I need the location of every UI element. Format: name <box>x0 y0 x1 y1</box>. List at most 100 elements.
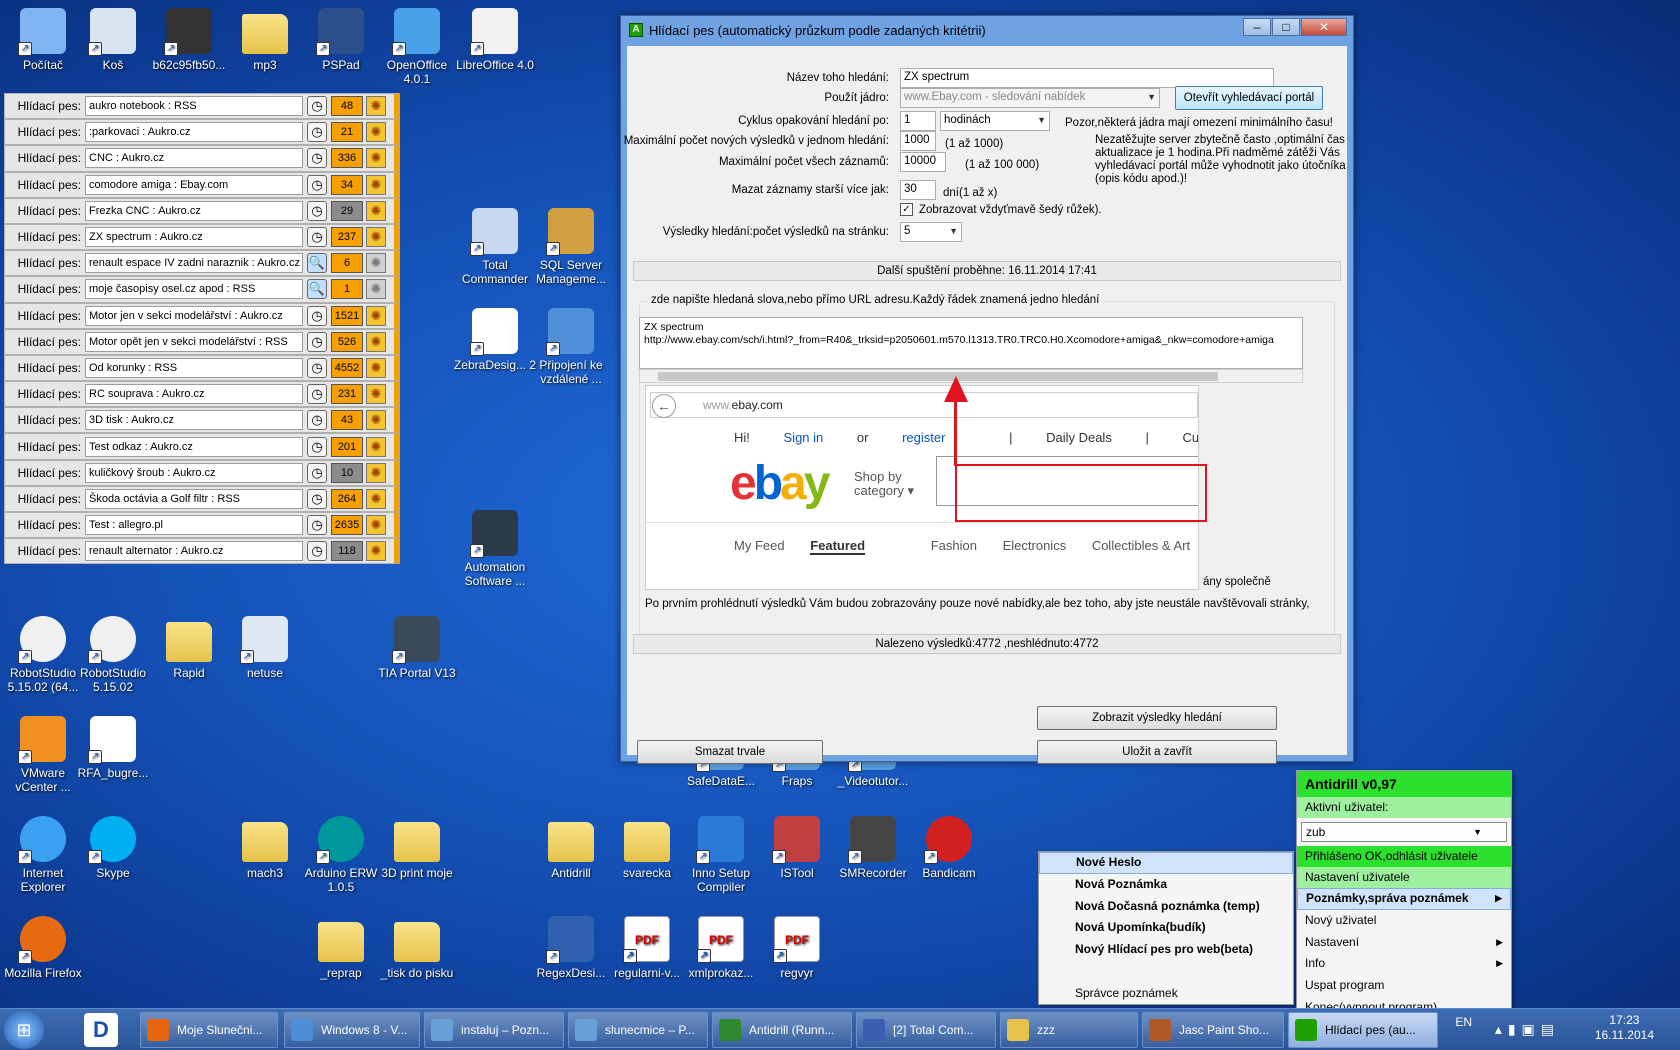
delete-input[interactable]: 30 <box>900 180 936 200</box>
watchdog-status-icon[interactable]: ✺ <box>366 541 386 562</box>
antidrill-menu-item[interactable]: Nastavení ▶ <box>1297 932 1511 954</box>
result-count-badge[interactable]: 336 <box>331 148 363 169</box>
watchdog-name-field[interactable]: Test odkaz : Aukro.cz <box>85 436 303 457</box>
scrollbar-thumb[interactable] <box>658 372 1218 381</box>
taskbar-button[interactable]: Hlídací pes (au... <box>1288 1012 1438 1048</box>
show-results-button[interactable]: Zobrazit výsledky hledání <box>1037 706 1277 730</box>
desktop-icon-b62[interactable]: ↗ b62c95fb50... <box>146 8 232 72</box>
clock-icon[interactable]: ◷ <box>307 384 327 405</box>
desktop-icon-pripojeni[interactable]: ↗ Připojení ke vzdálené ... <box>528 308 614 386</box>
watchdog-status-icon[interactable]: ✺ <box>366 305 386 326</box>
desktop-icon-rfa[interactable]: ↗ RFA_bugre... <box>70 716 156 780</box>
desktop-icon-bandicam[interactable]: ↗ Bandicam <box>906 816 992 880</box>
desktop-icon-mach3[interactable]: mach3 <box>222 816 308 880</box>
watchdog-status-icon[interactable]: ✺ <box>366 227 386 248</box>
result-count-badge[interactable]: 1 <box>331 279 363 300</box>
desktop-icon-antidrill[interactable]: Antidrill <box>528 816 614 880</box>
watchdog-status-icon[interactable]: ✺ <box>366 436 386 457</box>
desktop-icon-firefox[interactable]: ↗ Mozilla Firefox <box>0 916 86 980</box>
desktop-icon-reprap[interactable]: _reprap <box>298 916 384 980</box>
notes-menu-item[interactable]: Nový Hlídací pes pro web(beta) <box>1039 939 1293 961</box>
watchdog-row[interactable]: Hlídací pes: renault espace IV zadni nara… <box>4 250 400 277</box>
desktop-icon-mp3[interactable]: mp3 <box>222 8 308 72</box>
watchdog-name-field[interactable]: Motor jen v sekci modelářství : Aukro.cz <box>85 305 303 326</box>
watchdog-row[interactable]: Hlídací pes: aukro notebook : RSS ◷ 48 ✺ <box>4 93 400 120</box>
desktop-icon-automation[interactable]: ↗ Automation Software ... <box>452 510 538 588</box>
watchdog-row[interactable]: Hlídací pes: kuličkový šroub : Aukro.cz ◷ 1… <box>4 459 400 486</box>
start-button[interactable]: ⊞ <box>4 1011 44 1049</box>
watchdog-status-icon[interactable]: ✺ <box>366 331 386 352</box>
notes-menu-item[interactable]: Nová Poznámka <box>1039 874 1293 896</box>
desktop-icon-print3d[interactable]: 3D print moje <box>374 816 460 880</box>
watchdog-status-icon[interactable]: ✺ <box>366 462 386 483</box>
watchdog-name-field[interactable]: Motor opět jen v sekci modelářství : RSS <box>85 331 303 352</box>
desktop-icon-arduino[interactable]: ↗ Arduino ERW 1.0.5 <box>298 816 384 894</box>
watchdog-name-field[interactable]: kuličkový šroub : Aukro.cz <box>85 462 303 483</box>
result-count-badge[interactable]: 6 <box>331 253 363 274</box>
search-textarea[interactable]: ZX spectrum http://www.ebay.com/sch/i.ht… <box>639 317 1303 369</box>
watchdog-row[interactable]: Hlídací pes: Test : allegro.pl ◷ 2635 ✺ <box>4 512 400 539</box>
watchdog-name-field[interactable]: :parkovaci : Aukro.cz <box>85 122 303 143</box>
taskbar-button[interactable]: Windows 8 - V... <box>284 1012 420 1048</box>
taskbar-button[interactable]: Antidrill (Runn... <box>712 1012 852 1048</box>
antidrill-menu-item[interactable]: Poznámky,správa poznámek ▶ <box>1297 888 1511 910</box>
desktop-icon-tisk[interactable]: _tisk do pisku <box>374 916 460 980</box>
watchdog-row[interactable]: Hlídací pes: RC souprava : Aukro.cz ◷ 231 ✺ <box>4 381 400 408</box>
desktop-icon-regvyr[interactable]: PDF ↗ regvyr <box>754 916 840 980</box>
watchdog-name-field[interactable]: renault espace IV zadni naraznik : Aukro… <box>85 253 303 274</box>
result-count-badge[interactable]: 526 <box>331 331 363 352</box>
user-select[interactable]: zub ▼ <box>1301 822 1507 842</box>
window-titlebar[interactable]: A Hlídací pes (automatický průzkum podle… <box>621 16 1353 44</box>
result-count-badge[interactable]: 118 <box>331 541 363 562</box>
result-count-badge[interactable]: 264 <box>331 488 363 509</box>
watchdog-row[interactable]: Hlídací pes: comodore amiga : Ebay.com ◷ 34… <box>4 171 400 198</box>
clock-icon[interactable]: ◷ <box>307 148 327 169</box>
antidrill-menu-item[interactable]: Uspat program <box>1297 975 1511 997</box>
watchdog-status-icon[interactable]: ✺ <box>366 253 386 274</box>
watchdog-name-field[interactable]: RC souprava : Aukro.cz <box>85 384 303 405</box>
notes-menu-item[interactable]: Správce poznámek <box>1039 983 1293 1005</box>
clock-icon[interactable]: ◷ <box>307 331 327 352</box>
watchdog-status-icon[interactable]: ✺ <box>366 148 386 169</box>
search-icon[interactable]: 🔍 <box>307 253 327 274</box>
grey-corner-checkbox[interactable]: ✓ <box>900 203 913 216</box>
desktop-icon-xmlprokaz[interactable]: PDF ↗ xmlprokaz... <box>678 916 764 980</box>
watchdog-status-icon[interactable]: ✺ <box>366 357 386 378</box>
desktop-icon-sqlserver[interactable]: ↗ SQL Server Manageme... <box>528 208 614 286</box>
maximize-button[interactable]: □ <box>1272 18 1300 36</box>
result-count-badge[interactable]: 4552 <box>331 357 363 378</box>
desktop-icon-rapid[interactable]: Rapid <box>146 616 232 680</box>
desktop-icon-netuse[interactable]: ↗ netuse <box>222 616 308 680</box>
watchdog-name-field[interactable]: Frezka CNC : Aukro.cz <box>85 200 303 221</box>
watchdog-row[interactable]: Hlídací pes: CNC : Aukro.cz ◷ 336 ✺ <box>4 145 400 172</box>
desktop-icon-regexdesi[interactable]: ↗ RegexDesi... <box>528 916 614 980</box>
clock-icon[interactable]: ◷ <box>307 515 327 536</box>
clock-icon[interactable]: ◷ <box>307 122 327 143</box>
watchdog-row[interactable]: Hlídací pes: 3D tisk : Aukro.cz ◷ 43 ✺ <box>4 407 400 434</box>
watchdog-status-icon[interactable]: ✺ <box>366 515 386 536</box>
watchdog-row[interactable]: Hlídací pes: moje časopisy osel.cz apod :… <box>4 276 400 303</box>
watchdog-row[interactable]: Hlídací pes: Motor jen v sekci modelářstv… <box>4 302 400 329</box>
taskbar-button[interactable]: [2] Total Com... <box>856 1012 996 1048</box>
watchdog-row[interactable]: Hlídací pes::parkovaci : Aukro.cz ◷ 21 ✺ <box>4 119 400 146</box>
watchdog-name-field[interactable]: moje časopisy osel.cz apod : RSS <box>85 279 303 300</box>
notes-menu-item[interactable]: Nová Upomínka(budík) <box>1039 917 1293 939</box>
taskbar-button[interactable]: Jasc Paint Sho... <box>1142 1012 1284 1048</box>
core-select[interactable]: www.Ebay.com - sledování nabídek ▼ <box>900 88 1160 108</box>
desktop-icon-openoffice[interactable]: ↗ OpenOffice 4.0.1 <box>374 8 460 86</box>
taskbar-button[interactable]: zzz <box>1000 1012 1138 1048</box>
name-input[interactable]: ZX spectrum <box>900 68 1274 88</box>
notes-menu-item[interactable]: Nová Dočasná poznámka (temp) <box>1039 896 1293 918</box>
taskbar-button[interactable]: Moje Slunečni... <box>140 1012 278 1048</box>
desktop-icon-libreoffice[interactable]: ↗ LibreOffice 4.0 <box>452 8 538 72</box>
result-count-badge[interactable]: 48 <box>331 96 363 117</box>
clock[interactable]: 17:23 16.11.2014 <box>1595 1013 1654 1043</box>
watchdog-row[interactable]: Hlídací pes: Frezka CNC : Aukro.cz ◷ 29 ✺ <box>4 197 400 224</box>
pinned-app-icon[interactable]: D <box>84 1013 118 1047</box>
result-count-badge[interactable]: 21 <box>331 122 363 143</box>
watchdog-status-icon[interactable]: ✺ <box>366 96 386 117</box>
close-button[interactable]: ✕ <box>1301 18 1347 36</box>
watchdog-row[interactable]: Hlídací pes: Motor opět jen v sekci model… <box>4 328 400 355</box>
clock-icon[interactable]: ◷ <box>307 357 327 378</box>
watchdog-status-icon[interactable]: ✺ <box>366 122 386 143</box>
